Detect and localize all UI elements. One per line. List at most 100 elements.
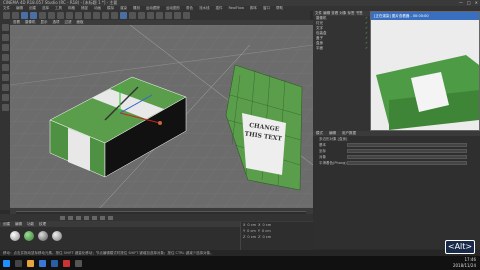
material-ball-2[interactable] (24, 231, 34, 241)
material-ball-3[interactable] (38, 231, 48, 241)
attribute-title: 多边形对象 [盒身] (319, 136, 348, 141)
attribute-field[interactable] (347, 155, 467, 159)
attribute-field[interactable] (347, 161, 467, 165)
deformer-icon[interactable] (156, 12, 163, 19)
select-icon[interactable] (21, 12, 28, 19)
attribute-tab[interactable]: 用户数据 (342, 131, 356, 136)
object-manager: 文件 编辑 查看 对象 标签 书签 摄像机 ✓ 灯光 ✓ 文字 ✓ 包装盒 ✓ 盖子 ✓ 盒身 ✓ 平面… (313, 11, 370, 131)
clock-date: 2018/11/24 (452, 263, 476, 268)
scale-icon[interactable] (39, 12, 46, 19)
array-icon[interactable] (147, 12, 154, 19)
render-settings-icon[interactable] (111, 12, 118, 19)
material-menu-item[interactable]: 纹理 (39, 222, 46, 227)
coord-axis-label: Y (257, 229, 260, 233)
subdivision-icon[interactable] (138, 12, 145, 19)
mesh-label (242, 113, 286, 175)
play-icon[interactable] (76, 215, 81, 220)
picture-viewer: [正在渲染] 图片查看器 - 00:00:00 (370, 11, 480, 131)
autokey-icon[interactable] (108, 215, 113, 220)
app-icon-2[interactable] (75, 259, 82, 267)
snap-icon[interactable] (1, 94, 9, 101)
attribute-field[interactable] (347, 149, 467, 153)
coord-row: Z0 cm Z 0 cm (241, 234, 313, 240)
coord-value-field[interactable]: 0 cm (247, 235, 256, 239)
polygons-mode-icon[interactable] (1, 74, 9, 81)
attribute-tab[interactable]: 编辑 (329, 131, 336, 136)
render-picture-icon[interactable] (102, 12, 109, 19)
main-toolbar (0, 11, 310, 20)
camera-icon[interactable] (174, 12, 181, 19)
3d-viewport[interactable]: 查看 摄像机 显示 选项 过滤 面板 CHANGE THIS TEXT (10, 20, 313, 208)
cinema4d-taskbar-icon[interactable] (51, 259, 58, 267)
redo-icon[interactable] (12, 12, 19, 19)
render-preview (371, 20, 479, 130)
pen-icon[interactable] (129, 12, 136, 19)
goto-end-icon[interactable] (92, 215, 97, 220)
material-manager: 创建 编辑 功能 纹理 (0, 222, 240, 250)
goto-start-icon[interactable] (60, 215, 65, 220)
y-axis-icon[interactable] (66, 12, 73, 19)
material-ball-1[interactable] (10, 231, 20, 241)
attribute-label: 基本 (319, 142, 326, 147)
file-explorer-icon[interactable] (27, 259, 34, 267)
coord-axis-label: Z (258, 235, 261, 239)
record-icon[interactable] (100, 215, 105, 220)
windows-taskbar (0, 256, 480, 270)
cube-icon[interactable] (120, 12, 127, 19)
start-icon[interactable] (3, 259, 10, 267)
attribute-label: 坐标 (319, 148, 326, 153)
attribute-row: 平滑着色(Phong) (313, 160, 480, 166)
browser-icon[interactable] (39, 259, 46, 267)
rotate-icon[interactable] (48, 12, 55, 19)
material-ball-4[interactable] (52, 231, 62, 241)
light-icon[interactable] (183, 12, 190, 19)
attribute-manager: 模式 编辑 用户数据 多边形对象 [盒身] 基本 坐标 对象 平滑着色(Phong) (313, 131, 480, 249)
viewport-scene: CHANGE THIS TEXT (10, 25, 313, 208)
picture-viewer-title: [正在渲染] 图片查看器 - 00:00:00 (371, 12, 479, 20)
material-menu-item[interactable]: 创建 (3, 222, 10, 227)
material-manager-menu: 创建 编辑 功能 纹理 (0, 222, 240, 227)
keypress-overlay: <Alt> (445, 240, 475, 254)
lock-workplane-icon[interactable] (1, 104, 9, 111)
points-mode-icon[interactable] (1, 54, 9, 61)
visibility-icon[interactable]: ✓ (365, 46, 368, 51)
floor-icon[interactable] (165, 12, 172, 19)
model-mode-icon[interactable] (1, 24, 9, 31)
coord-value-field[interactable]: 0 cm (247, 229, 256, 233)
prev-frame-icon[interactable] (68, 215, 73, 220)
coord-axis-label: X (243, 223, 246, 227)
coord-axis-label: Z (243, 235, 246, 239)
attribute-label: 对象 (319, 154, 326, 159)
coord-value-field[interactable]: 0 cm (263, 235, 272, 239)
texture-mode-icon[interactable] (1, 34, 9, 41)
material-menu-item[interactable]: 编辑 (15, 222, 22, 227)
axis-mode-icon[interactable] (1, 84, 9, 91)
coord-value-field[interactable]: 0 cm (247, 223, 256, 227)
attribute-tab[interactable]: 模式 (316, 131, 323, 136)
window-title: CINEMA 4D R18.057 Studio (RC - R18) - [未… (3, 0, 118, 5)
left-tool-palette (0, 20, 10, 210)
attribute-field[interactable] (347, 143, 467, 147)
coord-axis-label: Y (243, 229, 246, 233)
app-icon[interactable] (63, 259, 70, 267)
render-view-icon[interactable] (93, 12, 100, 19)
edges-mode-icon[interactable] (1, 64, 9, 71)
gizmo-handle[interactable] (158, 121, 162, 125)
x-axis-icon[interactable] (57, 12, 64, 19)
coordinates-manager: X0 cm X 0 cm Y 0 cm Y 0 cm Z 0 cm Z 0 cm (240, 222, 313, 250)
coord-value-field[interactable]: 0 cm (262, 229, 271, 233)
cinema4d-window: CINEMA 4D R18.057 Studio (RC - R18) - [未… (0, 0, 480, 270)
material-menu-item[interactable]: 功能 (27, 222, 34, 227)
taskbar-clock[interactable]: 17:46 2018/11/24 (453, 257, 476, 269)
undo-icon[interactable] (3, 12, 10, 19)
next-frame-icon[interactable] (84, 215, 89, 220)
z-axis-icon[interactable] (75, 12, 82, 19)
object-row[interactable]: 平面 ✓ (313, 46, 370, 51)
coord-system-icon[interactable] (84, 12, 91, 19)
workplane-icon[interactable] (1, 44, 9, 51)
playback-controls (0, 214, 313, 221)
search-icon[interactable] (15, 259, 22, 267)
coord-value-field[interactable]: 0 cm (263, 223, 272, 227)
coord-axis-label: X (258, 223, 261, 227)
move-icon[interactable] (30, 12, 37, 19)
